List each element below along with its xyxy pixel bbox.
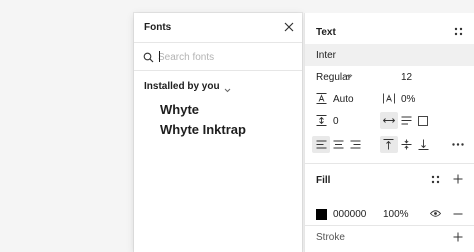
font-family-value: Inter <box>316 50 337 61</box>
section-divider <box>305 225 474 226</box>
eye-icon[interactable] <box>430 210 441 217</box>
installed-fonts-group-label: Installed by you <box>144 81 220 92</box>
text-align-right-icon[interactable] <box>350 140 361 149</box>
line-height-input[interactable]: Auto <box>333 94 354 105</box>
fonts-popover-title: Fonts <box>144 22 172 33</box>
design-panel: Text Inter Regular 12 Auto 0% 0 Fill 000… <box>304 13 474 252</box>
fill-opacity-input[interactable]: 100% <box>383 209 409 220</box>
fixed-size-icon[interactable] <box>418 116 428 126</box>
align-middle-icon[interactable] <box>401 139 412 150</box>
chevron-down-icon <box>224 84 231 93</box>
text-align-center-icon[interactable] <box>333 140 344 149</box>
chevron-down-icon[interactable] <box>346 74 353 79</box>
text-align-left-icon[interactable] <box>316 140 327 149</box>
font-size-input[interactable]: 12 <box>401 72 412 83</box>
line-height-icon <box>316 93 327 104</box>
fill-hex-input[interactable]: 000000 <box>333 209 366 220</box>
fonts-popover: Fonts Installed by you Whyte Whyte Inktr… <box>134 13 302 252</box>
font-item-whyte[interactable]: Whyte <box>160 102 199 117</box>
section-divider <box>305 163 474 164</box>
font-search-bar <box>134 43 302 71</box>
styles-grid-icon[interactable] <box>431 175 440 184</box>
align-top-icon[interactable] <box>383 139 394 150</box>
auto-width-icon[interactable] <box>383 117 395 124</box>
search-icon <box>143 52 154 63</box>
fonts-popover-header: Fonts <box>134 13 302 43</box>
fill-section-title: Fill <box>316 175 331 186</box>
font-item-whyte-inktrap[interactable]: Whyte Inktrap <box>160 122 246 137</box>
styles-grid-icon[interactable] <box>454 27 463 36</box>
installed-fonts-group-toggle[interactable]: Installed by you <box>144 81 231 93</box>
auto-height-icon[interactable] <box>401 116 412 125</box>
paragraph-spacing-input[interactable]: 0 <box>333 116 339 127</box>
add-fill-icon[interactable] <box>453 174 463 184</box>
text-section-title: Text <box>316 27 336 38</box>
remove-fill-icon[interactable] <box>453 213 463 215</box>
align-bottom-icon[interactable] <box>418 139 429 150</box>
close-icon[interactable] <box>283 21 295 33</box>
more-options-icon[interactable] <box>452 143 464 146</box>
fill-color-swatch[interactable] <box>316 209 327 220</box>
letter-spacing-icon <box>383 93 395 104</box>
letter-spacing-input[interactable]: 0% <box>401 94 415 105</box>
add-stroke-icon[interactable] <box>453 232 463 242</box>
text-cursor <box>159 51 160 62</box>
font-search-input[interactable] <box>158 50 288 64</box>
paragraph-spacing-icon <box>316 115 327 126</box>
stroke-section-title: Stroke <box>316 232 345 243</box>
